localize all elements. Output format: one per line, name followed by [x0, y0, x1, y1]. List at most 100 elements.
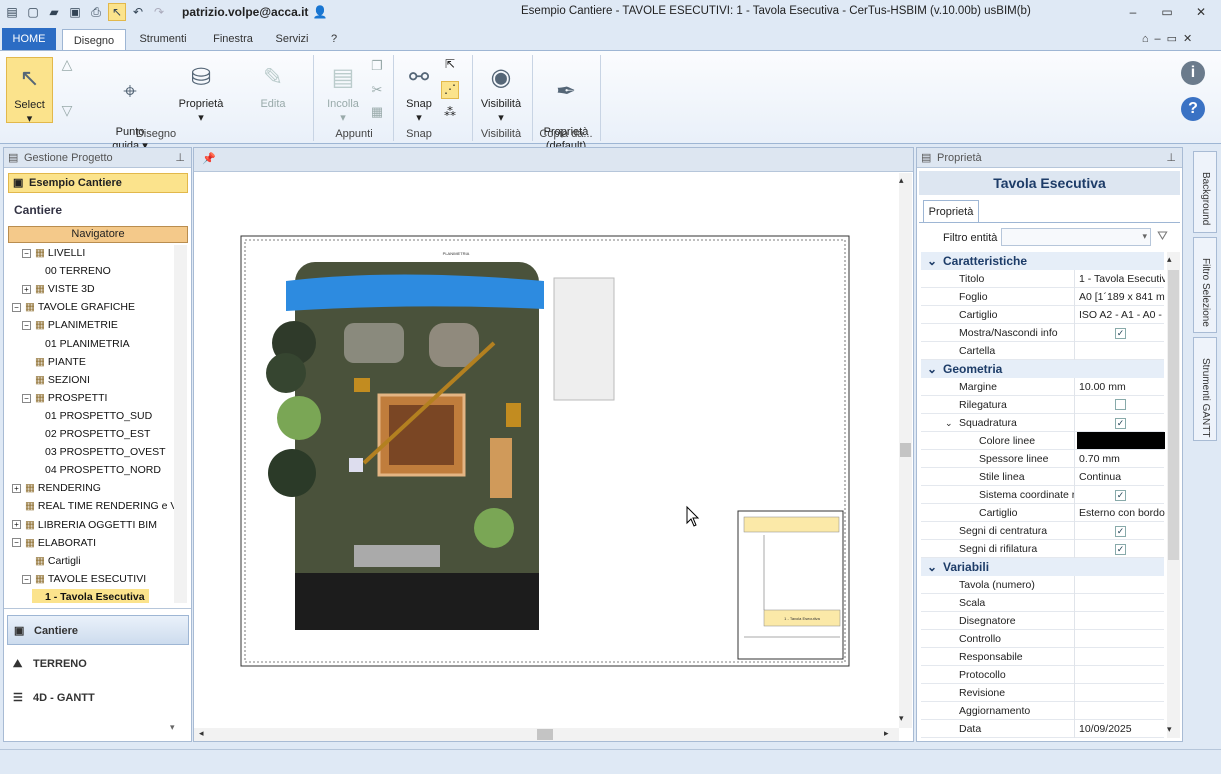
property-row[interactable]: Disegnatore — [921, 612, 1164, 630]
tab-servizi[interactable]: Servizi — [268, 28, 316, 50]
property-value-cell[interactable] — [1077, 432, 1165, 450]
sidebar-tab-filtro-selezione[interactable]: Filtro Selezione — [1193, 237, 1217, 333]
tab-disegno[interactable]: Disegno — [62, 29, 126, 51]
chevron-down-icon[interactable]: ▾ — [170, 722, 175, 733]
drawing-canvas[interactable]: 📌 PLANIMETRIA 1 - Tavola Esecutiva ▴ ▾ ◂… — [193, 147, 914, 742]
tree-item[interactable]: 02 PROSPETTO_EST — [32, 426, 150, 442]
nav-cantiere-button[interactable]: ▣ Cantiere — [7, 615, 189, 645]
print-icon[interactable]: ⎙ — [87, 3, 105, 21]
app-icon[interactable]: ▤ — [3, 3, 21, 21]
property-value-cell[interactable] — [1077, 666, 1165, 684]
tree-item[interactable]: ▦ PIANTE — [22, 354, 86, 370]
property-value-cell[interactable] — [1077, 702, 1165, 720]
save-icon[interactable]: ▣ — [66, 3, 84, 21]
tab-home[interactable]: HOME — [2, 28, 56, 50]
restore-button[interactable]: ▭ — [1152, 2, 1182, 22]
property-value-cell[interactable]: A0 [1´189 x 841 m — [1077, 288, 1165, 306]
property-row[interactable]: Sistema coordinate ri ✓ — [921, 486, 1164, 504]
property-value-cell[interactable] — [1077, 396, 1165, 414]
tab-strumenti[interactable]: Strumenti — [132, 28, 194, 50]
info-icon[interactable]: i — [1181, 61, 1205, 85]
checkbox[interactable]: ✓ — [1115, 418, 1126, 429]
expand-toggle-icon[interactable]: − — [12, 303, 21, 313]
edita-button[interactable]: ✎ Edita — [248, 57, 298, 111]
property-value-cell[interactable]: 0.70 mm — [1077, 450, 1165, 468]
property-row[interactable]: Foglio A0 [1´189 x 841 m — [921, 288, 1165, 306]
scroll-right-icon[interactable]: ▸ — [884, 728, 889, 739]
property-value-cell[interactable]: 1 - Tavola Esecutiv — [1077, 270, 1165, 288]
snap-button[interactable]: ⚯ Snap ▾ — [400, 57, 438, 125]
expand-toggle-icon[interactable]: − — [22, 393, 31, 403]
tree-item[interactable]: ▦ Cartigli — [22, 553, 81, 569]
props-scrollbar[interactable]: ▴ ▾ — [1167, 252, 1180, 738]
paste-special-icon[interactable]: ▦ — [368, 105, 386, 119]
collapse-icon[interactable]: ⌄ — [927, 252, 937, 270]
pin-icon[interactable]: 📌 — [202, 152, 216, 165]
property-row[interactable]: Scala — [921, 594, 1164, 612]
expand-toggle-icon[interactable]: − — [12, 538, 21, 548]
tab-help[interactable]: ? — [326, 28, 342, 50]
checkbox[interactable]: ✓ — [1115, 544, 1126, 555]
close-button[interactable]: ✕ — [1186, 2, 1216, 22]
property-row[interactable]: Responsabile — [921, 648, 1164, 666]
undo-icon[interactable]: ↶ — [129, 3, 147, 21]
checkbox[interactable]: ✓ — [1115, 490, 1126, 501]
property-value-cell[interactable]: ✓ — [1077, 540, 1165, 558]
tree-item[interactable]: ▦ SEZIONI — [22, 372, 90, 388]
tree-item[interactable]: + ▦ LIBRERIA OGGETTI BIM — [12, 517, 157, 533]
user-icon[interactable]: 👤 — [311, 3, 329, 21]
property-value-cell[interactable] — [1077, 630, 1165, 648]
property-row[interactable]: Segni di rifilatura ✓ — [921, 540, 1164, 558]
checkbox[interactable]: ✓ — [1115, 328, 1126, 339]
tree-item[interactable]: 01 PROSPETTO_SUD — [32, 408, 152, 424]
tree-item[interactable]: − ▦ PROSPETTI — [22, 390, 107, 406]
tree-item[interactable]: 03 PROSPETTO_OVEST — [32, 444, 166, 460]
property-value-cell[interactable]: ISO A2 - A1 - A0 - — [1077, 306, 1165, 324]
tree-item[interactable]: − ▦ ELABORATI — [12, 535, 96, 551]
property-value-cell[interactable]: Esterno con bordo — [1077, 504, 1165, 522]
property-row[interactable]: ⌄ Squadratura ✓ — [921, 414, 1164, 432]
property-value-cell[interactable] — [1077, 684, 1165, 702]
canvas-horizontal-scrollbar[interactable]: ◂ ▸ — [194, 728, 899, 741]
property-row[interactable]: Data 10/09/2025 — [921, 720, 1164, 738]
expand-toggle-icon[interactable]: − — [22, 321, 31, 331]
scroll-down-icon[interactable]: ▾ — [1167, 724, 1172, 735]
property-value-cell[interactable]: 10/09/2025 — [1077, 720, 1165, 738]
category-variabili[interactable]: ⌄ Variabili — [921, 558, 1164, 576]
property-row[interactable]: Protocollo — [921, 666, 1164, 684]
proprieta-button[interactable]: ⛁ Proprietà ▾ — [170, 57, 232, 125]
scroll-thumb[interactable] — [900, 443, 911, 457]
copy-icon[interactable]: ❐ — [368, 59, 386, 73]
select-button[interactable]: ↖ Select ▾ — [6, 57, 53, 125]
canvas-vertical-scrollbar[interactable]: ▴ ▾ — [899, 173, 912, 728]
pin-icon[interactable]: ⊥ — [1166, 148, 1176, 168]
expand-toggle-icon[interactable]: + — [12, 520, 21, 530]
tree-item[interactable]: 01 PLANIMETRIA — [32, 336, 130, 352]
property-value-cell[interactable] — [1077, 612, 1165, 630]
tree-item[interactable]: 00 TERRENO — [32, 263, 111, 279]
tree-item[interactable]: − ▦ TAVOLE ESECUTIVI — [22, 571, 146, 587]
category-caratteristiche[interactable]: ⌄ Caratteristiche — [921, 252, 1164, 270]
tree-item[interactable]: + ▦ RENDERING — [12, 480, 101, 496]
open-folder-icon[interactable]: ▰ — [45, 3, 63, 21]
tab-finestra[interactable]: Finestra — [202, 28, 264, 50]
scroll-up-icon[interactable]: ▴ — [899, 175, 904, 186]
expand-toggle-icon[interactable]: + — [22, 284, 31, 294]
property-value-cell[interactable] — [1077, 342, 1165, 360]
filter-icon[interactable]: ⛛ — [1157, 228, 1168, 244]
new-file-icon[interactable]: ▢ — [24, 3, 42, 21]
incolla-button[interactable]: ▤ Incolla ▾ — [322, 57, 364, 125]
redo-icon[interactable]: ↷ — [150, 3, 168, 21]
property-row[interactable]: Titolo 1 - Tavola Esecutiv — [921, 270, 1165, 288]
tree-item[interactable]: − ▦ LIVELLI — [22, 245, 85, 261]
property-row[interactable]: Stile linea Continua — [921, 468, 1164, 486]
checkbox[interactable]: ✓ — [1115, 526, 1126, 537]
property-row[interactable]: Rilegatura — [921, 396, 1164, 414]
help-icon[interactable]: ? — [1181, 97, 1205, 121]
property-row[interactable]: Cartiglio ISO A2 - A1 - A0 - — [921, 306, 1164, 324]
property-row[interactable]: Segni di centratura ✓ — [921, 522, 1164, 540]
cut-icon[interactable]: ✂ — [368, 83, 386, 97]
property-row[interactable]: Aggiornamento — [921, 702, 1164, 720]
ribbon-window-controls[interactable]: ⌂–▭✕ — [1130, 28, 1210, 50]
visibilita-button[interactable]: ◉ Visibilità ▾ — [476, 57, 526, 125]
